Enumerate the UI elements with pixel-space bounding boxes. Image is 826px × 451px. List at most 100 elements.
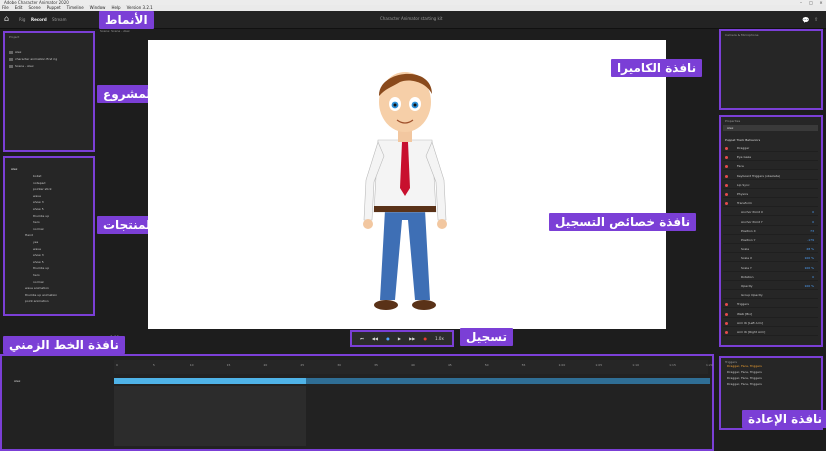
property-name: Scale X — [741, 256, 753, 261]
trigger-item[interactable]: wave animation — [25, 286, 49, 290]
mode-stream[interactable]: Stream — [52, 17, 66, 22]
trigger-item[interactable]: wave — [33, 194, 41, 198]
behavior-record-dot-icon[interactable] — [725, 321, 728, 325]
play-icon[interactable]: ▶ — [398, 336, 401, 341]
property-row[interactable]: Position Y -179 — [723, 237, 818, 244]
property-value[interactable]: 100 % — [804, 283, 814, 290]
property-row[interactable]: Group Opacity — [723, 292, 818, 300]
property-row[interactable]: Eye Gaze — [723, 154, 818, 162]
property-row[interactable]: Rotation 0 — [723, 274, 818, 281]
puppet-icon — [9, 50, 13, 54]
home-icon[interactable]: ⌂ — [4, 15, 12, 23]
property-row[interactable]: Triggers — [723, 301, 818, 309]
property-name: Anchor Point Y — [741, 219, 763, 224]
trigger-item[interactable]: show 3 — [33, 200, 44, 204]
replay-item[interactable]: Dragger, Face, Triggers — [727, 364, 762, 368]
step-back-icon[interactable]: ◀◀ — [372, 336, 378, 341]
trigger-item[interactable]: show 3 — [33, 253, 44, 257]
character-puppet[interactable] — [350, 60, 460, 315]
timeline-recorded-take[interactable] — [114, 378, 306, 384]
project-item[interactable]: character animation first rig — [9, 57, 57, 61]
mode-record[interactable]: Record — [31, 17, 47, 22]
label-properties: نافذة خصائص التسجيل — [549, 213, 697, 231]
trigger-item[interactable]: normal — [33, 227, 44, 231]
property-value[interactable]: 73 — [810, 228, 814, 235]
behavior-record-dot-icon[interactable] — [725, 165, 728, 169]
share-icon[interactable]: ⇪ — [814, 17, 818, 23]
behavior-record-dot-icon[interactable] — [725, 202, 728, 206]
chat-icon[interactable]: 💬 — [802, 17, 809, 24]
trigger-item[interactable]: thumbs up — [33, 266, 49, 270]
trigger-item[interactable]: hero — [33, 220, 40, 224]
property-row[interactable]: Dragger — [723, 145, 818, 152]
properties-tab[interactable]: Properties — [725, 119, 740, 123]
replay-item[interactable]: Dragger, Face, Triggers — [727, 382, 762, 386]
timeline-track-area[interactable] — [114, 386, 306, 446]
trigger-item[interactable]: hero — [33, 273, 40, 277]
go-to-start-icon[interactable]: ⏮ — [360, 336, 364, 341]
property-row[interactable]: Scale 28 % — [723, 246, 818, 254]
property-value[interactable]: 0 — [812, 219, 814, 226]
property-row[interactable]: Anchor Point X 0 — [723, 209, 818, 217]
behavior-record-dot-icon[interactable] — [725, 156, 728, 160]
behavior-record-dot-icon[interactable] — [725, 174, 728, 178]
camera-tab[interactable]: Camera & Microphone — [725, 33, 758, 37]
scene-tab[interactable]: Scene: Scene - Alex — [100, 29, 130, 33]
property-row[interactable]: Scale Y 100 % — [723, 265, 818, 272]
trigger-item[interactable]: bobst — [33, 174, 41, 178]
timeline-track-name: Alex — [14, 379, 21, 383]
step-forward-icon[interactable]: ▶▶ — [409, 336, 415, 341]
timeline-track-bar[interactable] — [114, 378, 710, 384]
replay-item[interactable]: Dragger, Face, Triggers — [727, 376, 762, 380]
trigger-item[interactable]: notepad — [33, 181, 45, 185]
stop-icon[interactable]: ● — [386, 336, 390, 341]
project-item[interactable]: Scene - Alex — [9, 64, 34, 68]
property-row[interactable]: Keyboard Triggers (obsolete) — [723, 173, 818, 180]
property-value[interactable]: 100 % — [804, 255, 814, 262]
property-row[interactable]: Arm IK [Left Arm] — [723, 320, 818, 327]
timeline-tick-label: 1:10 — [632, 363, 639, 367]
trigger-item[interactable]: normal — [33, 280, 44, 284]
project-tab[interactable]: Project — [9, 35, 19, 39]
property-value[interactable]: 0 — [812, 209, 814, 216]
trigger-item[interactable]: show 5 — [33, 207, 44, 211]
property-value[interactable]: 0 — [812, 274, 814, 281]
property-name: Lip Sync — [737, 182, 750, 187]
trigger-item[interactable]: pointer stick — [33, 187, 52, 191]
property-row[interactable]: Walk [Bio] — [723, 311, 818, 318]
trigger-item[interactable]: yes — [33, 240, 38, 244]
property-row[interactable]: Lip Sync — [723, 182, 818, 189]
mode-rig[interactable]: Rig — [19, 17, 25, 22]
property-row[interactable]: Opacity 100 % — [723, 283, 818, 290]
timeline-tick-label: 35 — [374, 363, 378, 367]
behavior-record-dot-icon[interactable] — [725, 193, 728, 196]
replay-item[interactable]: Dragger, Face, Triggers — [727, 370, 762, 374]
property-row[interactable]: Physics — [723, 191, 818, 198]
behavior-record-dot-icon[interactable] — [725, 331, 728, 334]
record-transport-bar: ⏮ ◀◀ ● ▶ ▶▶ ● 1.0x — [350, 330, 454, 347]
timeline-tick-label: 40 — [411, 363, 415, 367]
property-row[interactable]: Transform — [723, 200, 818, 208]
trigger-item[interactable]: thumbs up — [33, 214, 49, 218]
behavior-record-dot-icon[interactable] — [725, 312, 728, 316]
property-row[interactable]: Face — [723, 163, 818, 171]
playback-speed[interactable]: 1.0x — [435, 336, 444, 341]
property-value[interactable]: 100 % — [804, 265, 814, 272]
property-value[interactable]: 28 % — [806, 246, 814, 253]
camera-panel: Camera & Microphone — [719, 29, 823, 110]
project-item[interactable]: Alex — [9, 50, 21, 54]
property-row[interactable]: Anchor Point Y 0 — [723, 219, 818, 226]
property-row[interactable]: Scale X 100 % — [723, 255, 818, 263]
record-icon[interactable]: ● — [423, 336, 427, 341]
trigger-item[interactable]: Hand — [25, 233, 33, 237]
behavior-record-dot-icon[interactable] — [725, 147, 728, 150]
trigger-item[interactable]: point animation — [25, 299, 49, 303]
property-row[interactable]: Position X 73 — [723, 228, 818, 235]
property-value[interactable]: -179 — [807, 237, 814, 244]
trigger-item[interactable]: wave — [33, 247, 41, 251]
trigger-item[interactable]: show 5 — [33, 260, 44, 264]
property-row[interactable]: Arm IK [Right Arm] — [723, 329, 818, 336]
behavior-record-dot-icon[interactable] — [725, 303, 728, 307]
behavior-record-dot-icon[interactable] — [725, 183, 728, 187]
trigger-item[interactable]: thumbs up animation — [25, 293, 57, 297]
